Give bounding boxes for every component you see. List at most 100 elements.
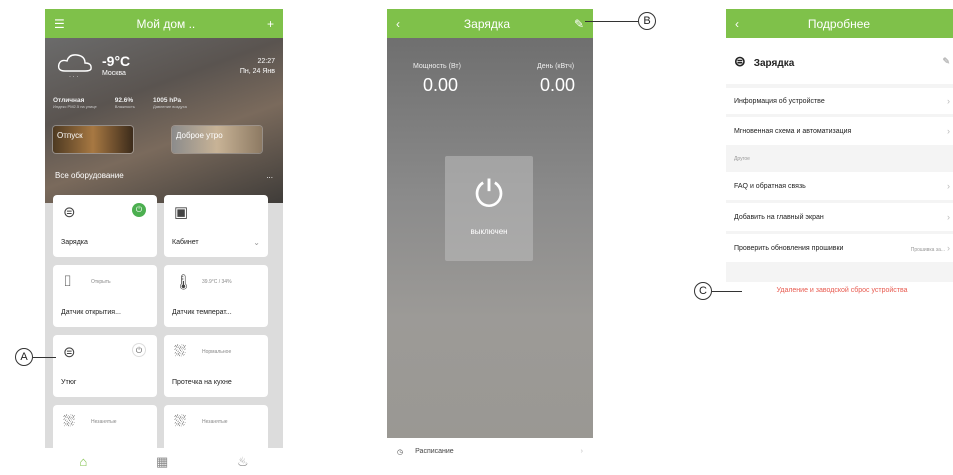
home-title[interactable]: Мой дом ..: [136, 17, 195, 31]
edit-pencil-icon[interactable]: ✎: [574, 17, 584, 31]
time-text: 22:27: [257, 58, 275, 65]
firmware-hint: Прошивка за...: [910, 247, 946, 253]
menu-icon[interactable]: ☰: [54, 17, 65, 31]
all-devices-header: Все оборудование ...: [55, 171, 273, 180]
all-devices-label: Все оборудование: [55, 171, 124, 180]
row-label: Информация об устройстве: [734, 97, 825, 105]
motion-sensor-icon: ⛆: [63, 413, 76, 430]
snow-cloud-icon: · · ·: [55, 51, 95, 84]
leak-sensor-icon: ⛆: [174, 343, 187, 360]
power-off-icon[interactable]: ⏻: [132, 343, 146, 357]
home-header: ☰ Мой дом .. +: [45, 9, 283, 38]
callout-a: A: [15, 348, 33, 366]
firmware-row[interactable]: Проверить обновления прошивки Прошивка з…: [726, 234, 953, 262]
callout-c-line: [712, 291, 742, 292]
details-title: Подробнее: [807, 16, 871, 31]
callout-a-line: [33, 357, 56, 358]
date-text: Пн, 24 Янв: [239, 68, 275, 75]
chevron-right-icon: ›: [947, 243, 950, 253]
weather-stats: Отличная Индекс PM2.5 на улице 92.6% Влажн…: [53, 97, 275, 109]
device-card-charger[interactable]: ⊜ ⏻ Зарядка: [53, 195, 157, 257]
add-icon[interactable]: +: [267, 17, 274, 31]
motion-sensor-icon: ⛆: [174, 413, 187, 430]
firmware-hint-group: Прошивка за... ›: [911, 243, 950, 253]
power-value: 0.00: [423, 75, 459, 95]
svg-text:· · ·: · · ·: [69, 74, 78, 79]
power-toggle[interactable]: ⏻ выключен: [445, 156, 533, 261]
notifications-tab-icon[interactable]: ♨: [237, 454, 249, 470]
day-energy-label: День (кВтч): [537, 63, 575, 70]
back-icon[interactable]: ‹: [735, 17, 739, 31]
charger-title: Зарядка: [463, 16, 511, 31]
stat-pm25: Отличная Индекс PM2.5 на улице: [53, 97, 97, 109]
callout-b: B: [638, 12, 656, 30]
row-label: Добавить на главный экран: [734, 213, 824, 221]
switch-icon: ▣: [174, 204, 189, 221]
day-energy-value: 0.00: [540, 75, 576, 95]
device-card-office[interactable]: ▣ Кабинет ⌄: [164, 195, 268, 257]
thermometer-icon: 🌡: [174, 274, 194, 291]
charger-control-screen: ‹ Зарядка ✎ Мощность (Вт) 0.00 День (кВт…: [387, 9, 593, 475]
empty-area: [726, 300, 953, 475]
callout-b-line: [585, 21, 638, 22]
scene-good-morning[interactable]: Доброе утро: [172, 126, 262, 153]
chevron-down-icon[interactable]: ⌄: [253, 238, 260, 247]
details-header: ‹ Подробнее: [726, 9, 953, 38]
charger-header: ‹ Зарядка ✎: [387, 9, 593, 38]
callout-c: C: [694, 282, 712, 300]
power-label: Мощность (Вт): [413, 63, 461, 70]
section-other: Другое: [734, 156, 750, 162]
chevron-right-icon: ›: [947, 96, 950, 106]
faq-row[interactable]: FAQ и обратная связь ›: [726, 172, 953, 200]
row-label: Проверить обновления прошивки: [734, 244, 844, 252]
rooms-tab-icon[interactable]: ▦: [156, 454, 168, 470]
chevron-right-icon: ›: [947, 212, 950, 222]
device-name: Датчик температ...: [172, 309, 232, 316]
city: Москва: [102, 70, 126, 77]
device-info-row[interactable]: Информация об устройстве ›: [726, 88, 953, 114]
scene-vacation[interactable]: Отпуск: [53, 126, 133, 153]
device-name-row[interactable]: ⊜ Зарядка ✎: [726, 38, 953, 84]
reset-device-button[interactable]: Удаление и заводской сброс устройства: [726, 282, 953, 300]
chevron-right-icon: ›: [580, 448, 583, 455]
details-screen: ‹ Подробнее ⊜ Зарядка ✎ Информация об уст…: [726, 9, 953, 475]
device-card-leak-sensor[interactable]: ⛆ Нормальное Протечка на кухне: [164, 335, 268, 397]
socket-icon: ⊜: [734, 52, 746, 69]
power-on-icon[interactable]: ⏻: [132, 203, 146, 217]
more-icon[interactable]: ...: [266, 171, 273, 180]
device-status: Открыть: [91, 279, 111, 285]
row-label: FAQ и обратная связь: [734, 182, 806, 190]
back-icon[interactable]: ‹: [396, 17, 400, 31]
home-screen: ☰ Мой дом .. + · · · -9°C Москва 22:27 П…: [45, 9, 283, 475]
chevron-right-icon: ›: [947, 126, 950, 136]
device-card-door-sensor[interactable]: ⌷ Открыть Датчик открытия...: [53, 265, 157, 327]
device-name: Протечка на кухне: [172, 379, 232, 386]
device-card-iron[interactable]: ⊜ ⏻ Утюг: [53, 335, 157, 397]
power-icon: ⏻: [474, 173, 504, 214]
schedule-label: Расписание: [415, 448, 454, 455]
device-card-temp-sensor[interactable]: 🌡 39.9°C / 34% Датчик температ...: [164, 265, 268, 327]
datetime: 22:27 Пн, 24 Янв: [240, 57, 275, 77]
device-status: Нормальное: [202, 349, 232, 355]
device-name: Датчик открытия...: [61, 309, 121, 316]
stat-humidity: 92.6% Влажность: [114, 97, 135, 109]
add-home-screen-row[interactable]: Добавить на главный экран ›: [726, 203, 953, 231]
automation-row[interactable]: Мгновенная схема и автоматизация ›: [726, 117, 953, 145]
edit-pencil-icon[interactable]: ✎: [942, 56, 950, 67]
bottom-nav: ⌂ ▦ ♨: [45, 448, 283, 475]
temperature: -9°C: [102, 53, 131, 69]
row-label: Мгновенная схема и автоматизация: [734, 127, 852, 135]
schedule-row[interactable]: ◷ Расписание ›: [387, 438, 593, 475]
device-name: Зарядка: [61, 239, 88, 246]
home-tab-icon[interactable]: ⌂: [79, 454, 87, 469]
device-name: Зарядка: [753, 57, 795, 69]
device-status: 39.9°C / 34%: [202, 279, 232, 285]
door-sensor-icon: ⌷: [63, 273, 73, 290]
chevron-right-icon: ›: [947, 181, 950, 191]
device-status: Незанятые: [91, 419, 117, 425]
socket-icon: ⊜: [63, 344, 76, 361]
socket-icon: ⊜: [63, 204, 76, 221]
device-name: Кабинет: [172, 239, 199, 246]
device-name: Утюг: [61, 379, 77, 386]
clock-icon: ◷: [397, 449, 404, 456]
